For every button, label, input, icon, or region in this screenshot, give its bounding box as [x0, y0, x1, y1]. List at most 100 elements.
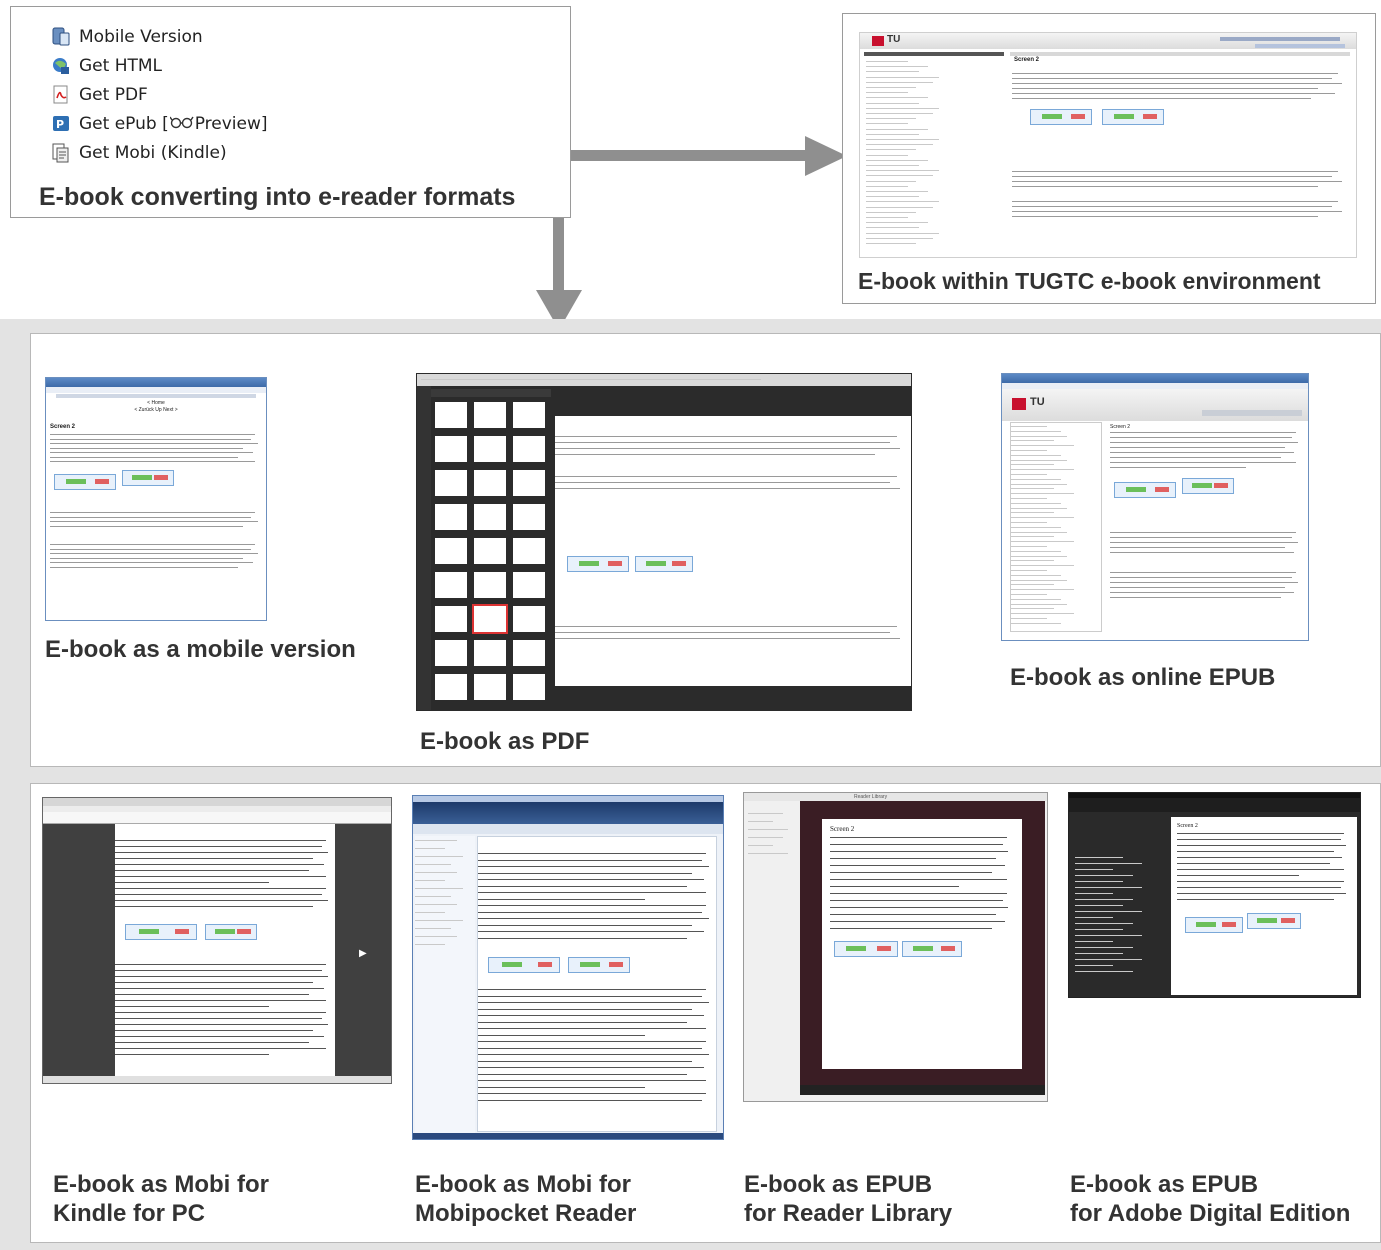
- text-line: [115, 864, 324, 865]
- pdf-page-thumbnail[interactable]: [513, 402, 545, 428]
- pdf-page-thumbnail[interactable]: [435, 572, 467, 598]
- text-line: [1011, 536, 1055, 538]
- online-epub-tabs[interactable]: [1202, 410, 1302, 416]
- svg-text:P: P: [56, 118, 64, 131]
- preview-link[interactable]: Preview]: [169, 114, 268, 134]
- text-line: [866, 76, 939, 78]
- pdf-page-thumbnail[interactable]: [474, 674, 506, 700]
- mobi-icon: [51, 143, 71, 163]
- pdf-page-thumbnail[interactable]: [474, 402, 506, 428]
- kindle-page: [115, 824, 335, 1076]
- mobipocket-ribbon[interactable]: [413, 802, 723, 824]
- pdf-page-thumbnail[interactable]: [513, 674, 545, 700]
- pdf-page-thumbnail[interactable]: [474, 436, 506, 462]
- text-line: [478, 918, 709, 919]
- text-line: [50, 434, 256, 435]
- text-line: [115, 1036, 324, 1037]
- text-line: [1012, 78, 1332, 79]
- pdf-page-thumbnail[interactable]: [513, 504, 545, 530]
- pdf-page-thumbnail[interactable]: [472, 604, 508, 634]
- reader-library-controls[interactable]: [800, 1085, 1045, 1095]
- tu-logo-icon: [872, 36, 884, 46]
- pdf-page-thumbnail[interactable]: [435, 504, 467, 530]
- pdf-page-thumbnail[interactable]: [474, 572, 506, 598]
- pdf-page-thumbnail[interactable]: [474, 640, 506, 666]
- text-line: [866, 227, 920, 229]
- adobe-de-toc[interactable]: [1075, 817, 1171, 993]
- pdf-page-thumbnail[interactable]: [474, 470, 506, 496]
- text-line: [1011, 493, 1074, 495]
- pdf-page-thumbnail[interactable]: [513, 572, 545, 598]
- environment-toc[interactable]: [866, 61, 1006, 256]
- text-line: [1110, 542, 1299, 543]
- reader-library-caption: E-book as EPUB for Reader Library: [744, 1170, 952, 1228]
- pdf-page-thumbnail[interactable]: [435, 674, 467, 700]
- pdf-page-thumbnail[interactable]: [474, 538, 506, 564]
- pdf-toolbar[interactable]: [421, 376, 761, 384]
- kindle-toolbar[interactable]: [43, 812, 391, 824]
- pdf-thumbnail-panel[interactable]: [431, 400, 551, 710]
- text-line: [478, 1008, 693, 1010]
- text-line: [1110, 577, 1293, 578]
- get-pdf-link[interactable]: Get PDF: [51, 82, 148, 108]
- text-line: [1177, 875, 1299, 876]
- pdf-page-thumbnail[interactable]: [435, 606, 467, 632]
- pdf-page-thumbnail[interactable]: [513, 436, 545, 462]
- screen-figure: [1030, 109, 1092, 125]
- text-line: [478, 898, 645, 900]
- online-epub-toc[interactable]: [1010, 422, 1102, 632]
- text-line: [866, 66, 928, 68]
- get-epub-link[interactable]: P Get ePub [ Preview]: [51, 111, 268, 137]
- get-html-link[interactable]: Get HTML: [51, 53, 162, 79]
- mobile-nav-links[interactable]: < Zurück Up Next >: [46, 407, 266, 413]
- next-page-arrow[interactable]: ▶: [359, 948, 367, 959]
- get-pdf-label: Get PDF: [79, 85, 148, 105]
- text-line: [1075, 923, 1133, 924]
- pdf-caption: E-book as PDF: [420, 728, 590, 755]
- mobipocket-screenshot: [412, 795, 724, 1140]
- pdf-page-thumbnail[interactable]: [435, 538, 467, 564]
- screen-figure: [125, 924, 197, 940]
- text-line: [1012, 93, 1335, 94]
- text-line: [115, 900, 329, 901]
- text-line: [415, 856, 463, 857]
- environment-screenshot: TU Screen 2: [859, 32, 1357, 258]
- pdf-page-thumbnail[interactable]: [513, 606, 545, 632]
- text-line: [115, 906, 313, 907]
- pdf-page-thumbnail[interactable]: [513, 470, 545, 496]
- text-line: [748, 829, 788, 830]
- text-line: [1177, 887, 1341, 888]
- arrow-right-shaft: [571, 150, 813, 161]
- adobe-de-toolbar[interactable]: [1069, 798, 1360, 812]
- mobile-screen-title: Screen 2: [50, 424, 76, 430]
- pdf-page-thumbnail[interactable]: [435, 402, 467, 428]
- text-line: [1110, 587, 1285, 588]
- pdf-page-thumbnail[interactable]: [513, 538, 545, 564]
- mobile-home-link[interactable]: < Home: [46, 400, 266, 406]
- text-line: [1012, 88, 1318, 89]
- pdf-page-thumbnail[interactable]: [435, 436, 467, 462]
- text-line: [478, 924, 693, 926]
- pdf-page-thumbnail[interactable]: [513, 640, 545, 666]
- screen-figure: [1182, 478, 1234, 494]
- mobile-version-link[interactable]: Mobile Version: [51, 24, 203, 50]
- text-line: [115, 1054, 269, 1055]
- pdf-page-thumbnail[interactable]: [435, 640, 467, 666]
- mobipocket-sidebar[interactable]: [415, 836, 475, 1136]
- text-line: [478, 853, 707, 854]
- text-line: [1011, 594, 1047, 595]
- text-line: [830, 858, 996, 859]
- text-line: [478, 1073, 688, 1075]
- get-mobi-link[interactable]: Get Mobi (Kindle): [51, 140, 227, 166]
- text-line: [50, 512, 256, 513]
- pdf-page-thumbnail[interactable]: [474, 504, 506, 530]
- reader-library-sidebar[interactable]: [748, 805, 798, 1095]
- pdf-page-thumbnail[interactable]: [435, 470, 467, 496]
- text-line: [866, 133, 920, 135]
- adobe-de-caption: E-book as EPUB for Adobe Digital Edition: [1070, 1170, 1350, 1228]
- pdf-viewer-screenshot: [416, 373, 912, 711]
- text-line: [478, 1054, 709, 1055]
- adobe-de-caption-line2: for Adobe Digital Edition: [1070, 1200, 1351, 1227]
- text-line: [866, 243, 917, 244]
- text-line: [115, 1006, 269, 1007]
